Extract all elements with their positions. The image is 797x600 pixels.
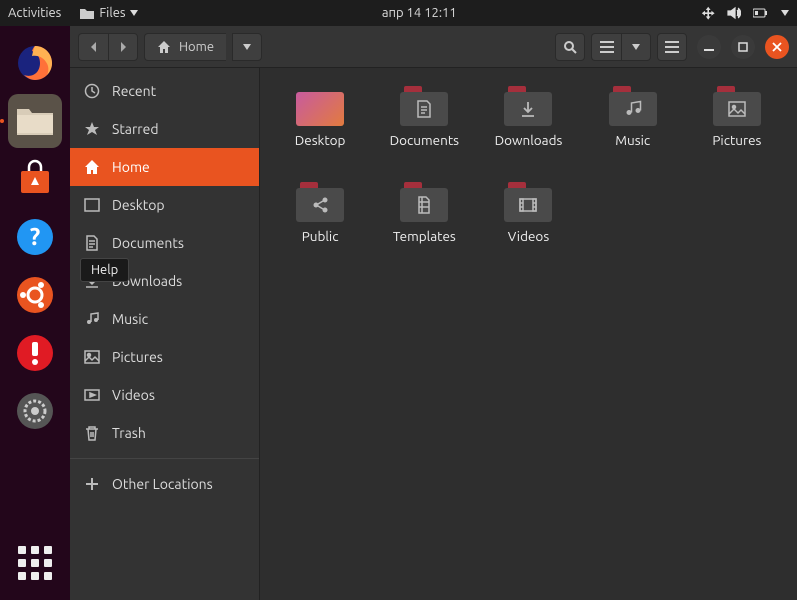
folder-label: Downloads [495,132,563,148]
tooltip-help: Help [80,258,129,282]
folder-icon [504,182,552,222]
sidebar-trash[interactable]: Trash [70,414,259,452]
dock-settings[interactable] [8,384,62,438]
view-list-button[interactable] [591,33,621,61]
folder-icon [400,182,448,222]
sidebar-separator [70,458,259,459]
music-icon [84,311,100,327]
menu-icon [665,41,679,53]
folder-label: Music [615,132,650,148]
minimize-button[interactable] [697,35,721,59]
clock[interactable]: апр 14 12:11 [138,6,701,20]
close-button[interactable] [765,35,789,59]
video-icon [84,387,100,403]
trash-icon [84,425,100,441]
folder-icon [504,86,552,126]
sidebar-item-label: Music [112,311,148,327]
dock-files[interactable] [8,94,62,148]
search-button[interactable] [555,33,585,61]
hamburger-menu[interactable] [657,33,687,61]
folder-pictures[interactable]: Pictures [687,86,787,176]
pathbar: Home [144,33,262,61]
picture-icon [84,349,100,365]
sidebar-item-label: Trash [112,425,146,441]
maximize-button[interactable] [731,35,755,59]
dock-software[interactable] [8,152,62,206]
dock-alert[interactable] [8,326,62,380]
dock-help[interactable]: ? [8,210,62,264]
titlebar: Home [70,26,797,68]
sidebar-other-locations[interactable]: Other Locations [70,465,259,503]
sidebar-item-label: Other Locations [112,476,213,492]
folder-label: Videos [508,228,549,244]
view-dropdown[interactable] [621,33,651,61]
folder-icon [609,86,657,126]
sidebar-item-label: Videos [112,387,155,403]
app-menu-label: Files [99,6,125,20]
home-icon [84,159,100,175]
activities-button[interactable]: Activities [8,6,61,20]
path-label: Home [179,40,214,54]
sidebar-desktop[interactable]: Desktop [70,186,259,224]
content-area[interactable]: Desktop Documents Downloads Music Pictur… [260,68,797,600]
folder-downloads[interactable]: Downloads [478,86,578,176]
app-menu-files[interactable]: Files [79,6,137,20]
sidebar-item-label: Home [112,159,150,175]
top-panel: Activities Files апр 14 12:11 [0,0,797,26]
sidebar-starred[interactable]: Starred [70,110,259,148]
document-icon [84,235,100,251]
files-window: Home Recent Starred Home Desktop Documen… [70,26,797,600]
search-icon [563,40,577,54]
folder-label: Documents [390,132,459,148]
star-icon [84,121,100,137]
folder-icon [400,86,448,126]
desktop-icon [84,197,100,213]
folder-label: Templates [393,228,456,244]
dock: ? [0,26,70,600]
svg-text:?: ? [30,223,41,250]
list-icon [600,41,614,53]
sidebar-music[interactable]: Music [70,300,259,338]
folder-templates[interactable]: Templates [374,182,474,272]
sidebar-pictures[interactable]: Pictures [70,338,259,376]
folder-documents[interactable]: Documents [374,86,474,176]
path-home[interactable]: Home [144,33,226,61]
chevron-down-icon [130,10,138,16]
sidebar-videos[interactable]: Videos [70,376,259,414]
dock-firefox[interactable] [8,36,62,90]
chevron-down-icon [632,44,640,50]
path-dropdown[interactable] [232,33,262,61]
chevron-down-icon[interactable] [781,10,789,16]
folder-label: Public [302,228,339,244]
sidebar-recent[interactable]: Recent [70,72,259,110]
sidebar: Recent Starred Home Desktop Documents Do… [70,68,260,600]
folder-label: Desktop [295,132,346,148]
folder-videos[interactable]: Videos [478,182,578,272]
folder-icon [296,86,344,126]
dock-show-applications[interactable] [8,536,62,590]
volume-icon[interactable] [727,6,741,20]
folder-desktop[interactable]: Desktop [270,86,370,176]
folder-public[interactable]: Public [270,182,370,272]
sidebar-item-label: Starred [112,121,159,137]
back-button[interactable] [78,33,108,61]
sidebar-item-label: Desktop [112,197,165,213]
clock-icon [84,83,100,99]
folder-icon [713,86,761,126]
sidebar-home[interactable]: Home [70,148,259,186]
folder-icon [296,182,344,222]
sidebar-documents[interactable]: Documents [70,224,259,262]
sidebar-item-label: Recent [112,83,156,99]
nav-buttons [78,33,138,61]
sidebar-item-label: Documents [112,235,184,251]
folder-label: Pictures [712,132,761,148]
battery-icon[interactable] [753,7,769,19]
dock-ubuntu[interactable] [8,268,62,322]
forward-button[interactable] [108,33,138,61]
folder-music[interactable]: Music [583,86,683,176]
network-icon[interactable] [701,6,715,20]
plus-icon [84,476,100,492]
sidebar-item-label: Pictures [112,349,163,365]
home-icon [157,40,171,54]
